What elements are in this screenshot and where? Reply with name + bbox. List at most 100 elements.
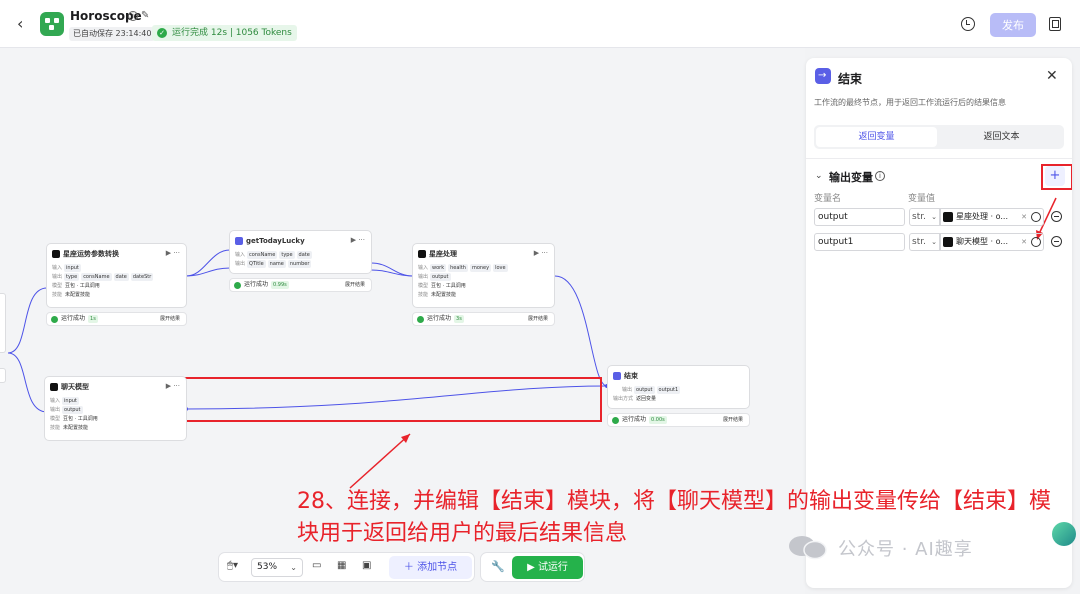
run-toolbar: 🔧 ▶ 试运行 bbox=[480, 552, 585, 582]
node-row-skill: 技能 未配置技能 bbox=[52, 292, 91, 298]
clear-icon[interactable]: ✕ bbox=[1021, 234, 1027, 250]
node-icon bbox=[943, 212, 953, 222]
wrench-icon[interactable]: 🔧 bbox=[491, 560, 505, 573]
publish-button[interactable]: 发布 bbox=[990, 13, 1036, 37]
node-star-process[interactable]: 星座处理 ▶ ··· 输入 work health money love 输出 outpu… bbox=[412, 243, 555, 308]
node-status[interactable]: 运行成功 3s 展开结果 bbox=[412, 312, 555, 326]
start-node-edge[interactable] bbox=[0, 293, 6, 353]
node-row-skill: 技能 未配置技能 bbox=[418, 292, 457, 298]
variable-reference[interactable]: 星座处理 · o... ✕ bbox=[940, 208, 1044, 226]
node-title-text: getTodayLucky bbox=[246, 237, 305, 245]
success-icon bbox=[612, 417, 619, 424]
expand-result[interactable]: 展开结果 bbox=[160, 313, 180, 325]
pick-variable-icon[interactable] bbox=[1031, 212, 1041, 222]
node-status[interactable]: 运行成功 1s 展开结果 bbox=[46, 312, 187, 326]
variable-row: output1 str. ⌄ 聊天模型 · o... ✕ bbox=[814, 233, 1068, 251]
start-node-edge[interactable] bbox=[0, 368, 6, 383]
wechat-icon bbox=[789, 536, 827, 560]
panel-annotations bbox=[1036, 164, 1072, 240]
node-star-param-convert[interactable]: 星座运势参数转换 ▶ ··· 输入 input 输出 type consName dat… bbox=[46, 243, 187, 308]
back-arrow-icon[interactable]: ‹ bbox=[17, 14, 31, 34]
node-row-model: 模型 豆包 · 工具调用 bbox=[52, 283, 100, 289]
layout-icon[interactable]: ▦ bbox=[337, 560, 346, 571]
node-row-output: 输出 QTitle name number bbox=[235, 260, 312, 268]
node-title: 星座处理 bbox=[418, 249, 457, 259]
node-title-text: 星座运势参数转换 bbox=[63, 250, 119, 258]
node-status[interactable]: 运行成功 0.00s 展开结果 bbox=[607, 413, 750, 427]
variable-type-select[interactable]: str. ⌄ bbox=[909, 233, 940, 251]
col-header-name: 变量名 bbox=[814, 194, 842, 204]
expand-result[interactable]: 展开结果 bbox=[723, 414, 743, 426]
expand-result[interactable]: 展开结果 bbox=[345, 279, 365, 291]
history-icon[interactable] bbox=[961, 17, 975, 31]
node-status[interactable]: 运行成功 0.99s 展开结果 bbox=[229, 278, 372, 292]
plugin-icon bbox=[235, 237, 243, 245]
trial-run-button[interactable]: ▶ 试运行 bbox=[512, 556, 583, 579]
variable-row: output str. ⌄ 星座处理 · o... ✕ bbox=[814, 208, 1068, 226]
edge-n4-to-end bbox=[185, 385, 608, 410]
watermark-text: 公众号 · AI趣享 bbox=[838, 539, 973, 560]
node-title: 聊天模型 bbox=[50, 382, 89, 392]
edit-icon[interactable]: ✎ bbox=[141, 10, 149, 21]
node-run-more-icon[interactable]: ▶ ··· bbox=[351, 236, 365, 244]
node-title: 结束 bbox=[613, 371, 638, 381]
minimap-icon[interactable]: ▣ bbox=[362, 560, 371, 571]
chevron-down-icon: ⌄ bbox=[931, 213, 937, 221]
autosave-badge: 已自动保存 23:14:40 bbox=[69, 27, 156, 41]
node-run-more-icon[interactable]: ▶ ··· bbox=[166, 382, 180, 390]
brand-logo-icon bbox=[1052, 522, 1076, 546]
node-row-input: 输入 consName type date bbox=[235, 251, 312, 259]
node-row-model: 模型 豆包 · 工具调用 bbox=[50, 416, 98, 422]
node-row-skill: 技能 未配置技能 bbox=[50, 425, 89, 431]
node-get-today-lucky[interactable]: getTodayLucky ▶ ··· 输入 consName type date 输… bbox=[229, 230, 372, 274]
node-row-output: 输出 output output1 bbox=[622, 386, 681, 394]
remove-variable-icon[interactable] bbox=[1051, 211, 1062, 222]
highlight-box-add bbox=[1041, 164, 1072, 190]
node-row-output: 输出 output bbox=[418, 273, 451, 281]
expand-result[interactable]: 展开结果 bbox=[528, 313, 548, 325]
col-header-value: 变量值 bbox=[908, 194, 936, 204]
node-icon bbox=[943, 237, 953, 247]
check-icon: ✓ bbox=[157, 28, 167, 38]
highlight-box-edge bbox=[173, 377, 602, 422]
success-icon bbox=[417, 316, 424, 323]
annotation-arrow bbox=[349, 433, 411, 489]
node-row-output: 输出 type consName date dateStr bbox=[52, 273, 154, 281]
node-row-input: 输入 work health money love bbox=[418, 264, 508, 272]
comment-icon[interactable]: ▭ bbox=[312, 560, 321, 571]
variable-name-input[interactable]: output1 bbox=[814, 233, 905, 251]
mouse-mode-icon[interactable]: 🖱▾ bbox=[227, 560, 238, 571]
chevron-down-icon: ⌄ bbox=[931, 238, 937, 246]
model-icon bbox=[52, 250, 60, 258]
node-row-output: 输出 output bbox=[50, 406, 83, 414]
node-run-more-icon[interactable]: ▶ ··· bbox=[166, 249, 180, 257]
node-chat-model[interactable]: 聊天模型 ▶ ··· 输入 input 输出 output 模型 豆包 · 工具调用 … bbox=[44, 376, 187, 441]
model-icon bbox=[50, 383, 58, 391]
copy-icon[interactable] bbox=[1049, 17, 1061, 31]
remove-variable-icon[interactable] bbox=[1051, 236, 1062, 247]
model-icon bbox=[418, 250, 426, 258]
top-bar: ‹ Horoscope i ✎ 已自动保存 23:14:40 ✓ 运行完成 12… bbox=[0, 0, 1080, 48]
run-status-badge: ✓ 运行完成 12s | 1056 Tokens bbox=[152, 25, 297, 41]
variable-reference[interactable]: 聊天模型 · o... ✕ bbox=[940, 233, 1044, 251]
node-title-text: 星座处理 bbox=[429, 250, 457, 258]
node-run-more-icon[interactable]: ▶ ··· bbox=[534, 249, 548, 257]
zoom-select[interactable]: 53% ⌄ bbox=[251, 558, 303, 577]
workflow-app-icon bbox=[40, 12, 64, 36]
edge-n2-to-n3 bbox=[370, 262, 414, 277]
edge-start-to-n4 bbox=[7, 352, 48, 413]
variable-type-select[interactable]: str. ⌄ bbox=[909, 208, 940, 226]
chevron-down-icon: ⌄ bbox=[290, 563, 297, 572]
info-icon[interactable]: i bbox=[128, 11, 138, 21]
success-icon bbox=[51, 316, 58, 323]
pick-variable-icon[interactable] bbox=[1031, 237, 1041, 247]
canvas-toolbar: 🖱▾ 53% ⌄ ▭ ▦ ▣ ＋ 添加节点 bbox=[218, 552, 475, 582]
node-row-input: 输入 input bbox=[50, 397, 79, 405]
node-row-model: 模型 豆包 · 工具调用 bbox=[418, 283, 466, 289]
add-node-button[interactable]: ＋ 添加节点 bbox=[389, 556, 472, 579]
variable-name-input[interactable]: output bbox=[814, 208, 905, 226]
node-end[interactable]: 结束 输出 output output1 输出方式 返回变量 bbox=[607, 365, 750, 409]
edge-n3-to-end bbox=[554, 275, 608, 387]
node-title: getTodayLucky bbox=[235, 236, 305, 246]
clear-icon[interactable]: ✕ bbox=[1021, 209, 1027, 225]
